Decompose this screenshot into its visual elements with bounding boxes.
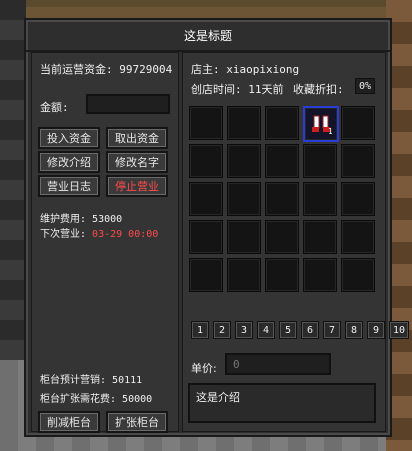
price-input[interactable]: 0 [225,353,331,375]
item-count: 1 [328,127,332,135]
fund-line: 当前运营资金: 99729004 [40,63,173,76]
item-slot[interactable] [189,220,223,254]
item-slot-selected[interactable]: 1 [303,106,339,142]
expand-cost-value: 50000 [122,394,153,405]
withdraw-button[interactable]: 取出资金 [106,127,168,149]
boots-icon: 1 [312,115,333,136]
item-grid: 1 [189,106,381,296]
window-title: 这是标题 [26,20,390,52]
owner-line: 店主: xiaopixiong [191,63,300,76]
item-slot[interactable] [341,144,375,178]
page-button-4[interactable]: 4 [257,321,275,339]
page-button-10[interactable]: 10 [389,321,409,339]
next-open-value: 03-29 00:00 [92,229,159,240]
item-slot[interactable] [227,144,261,178]
amount-input[interactable] [86,94,170,114]
reduce-counter-button[interactable]: 削减柜台 [38,411,100,433]
page-button-6[interactable]: 6 [301,321,319,339]
item-slot[interactable] [227,182,261,216]
edit-intro-button[interactable]: 修改介绍 [38,151,100,173]
price-label: 单价: [191,362,217,375]
item-slot[interactable] [265,106,299,140]
page-button-8[interactable]: 8 [345,321,363,339]
item-slot[interactable] [303,220,337,254]
item-slot[interactable] [265,258,299,292]
forecast-line: 柜台预计营销: 50111 [40,375,143,386]
expand-cost-line: 柜台扩张需花费: 50000 [40,394,153,405]
item-slot[interactable] [341,182,375,216]
collect-label: 收藏折扣: [293,83,344,96]
amount-label: 金额: [40,101,69,114]
page-button-9[interactable]: 9 [367,321,385,339]
item-slot[interactable] [265,144,299,178]
item-slot[interactable] [227,106,261,140]
fund-label: 当前运营资金 [40,63,106,76]
created-line: 创店时间: 11天前 [191,83,284,96]
fund-value: 99729004 [119,63,173,76]
rename-button[interactable]: 修改名字 [106,151,168,173]
forecast-value: 50111 [112,375,143,386]
item-slot[interactable] [189,258,223,292]
item-slot[interactable] [265,182,299,216]
page-selector: 1 2 3 4 5 6 7 8 9 10 [191,321,409,339]
item-slot[interactable] [303,144,337,178]
right-panel: 店主: xiaopixiong 创店时间: 11天前 收藏折扣: 0% 1 1 … [182,52,409,432]
next-open-line: 下次营业: 03-29 00:00 [40,229,159,240]
expand-counter-button[interactable]: 扩张柜台 [106,411,168,433]
item-slot[interactable] [189,106,223,140]
maintenance-line: 维护费用: 53000 [40,214,123,225]
item-slot[interactable] [341,106,375,140]
maintenance-value: 53000 [92,214,123,225]
item-slot[interactable] [189,144,223,178]
item-slot[interactable] [189,182,223,216]
shop-intro: 这是介绍 [188,383,376,423]
item-slot[interactable] [341,258,375,292]
item-slot[interactable] [265,220,299,254]
page-button-3[interactable]: 3 [235,321,253,339]
page-button-5[interactable]: 5 [279,321,297,339]
item-slot[interactable] [227,258,261,292]
page-button-1[interactable]: 1 [191,321,209,339]
item-slot[interactable] [303,258,337,292]
collect-discount-box: 0% [355,78,375,94]
item-slot[interactable] [303,182,337,216]
item-slot[interactable] [341,220,375,254]
log-button[interactable]: 营业日志 [38,175,100,197]
created-value: 11天前 [248,83,284,96]
owner-name: xiaopixiong [226,63,300,76]
item-slot[interactable] [227,220,261,254]
deposit-button[interactable]: 投入资金 [38,127,100,149]
page-button-7[interactable]: 7 [323,321,341,339]
page-button-2[interactable]: 2 [213,321,231,339]
left-panel: 当前运营资金: 99729004 金额: 投入资金 取出资金 修改介绍 修改名字… [31,52,179,433]
shop-window: 这是标题 当前运营资金: 99729004 金额: 投入资金 取出资金 修改介绍… [24,18,409,437]
stop-business-button[interactable]: 停止营业 [106,175,168,197]
